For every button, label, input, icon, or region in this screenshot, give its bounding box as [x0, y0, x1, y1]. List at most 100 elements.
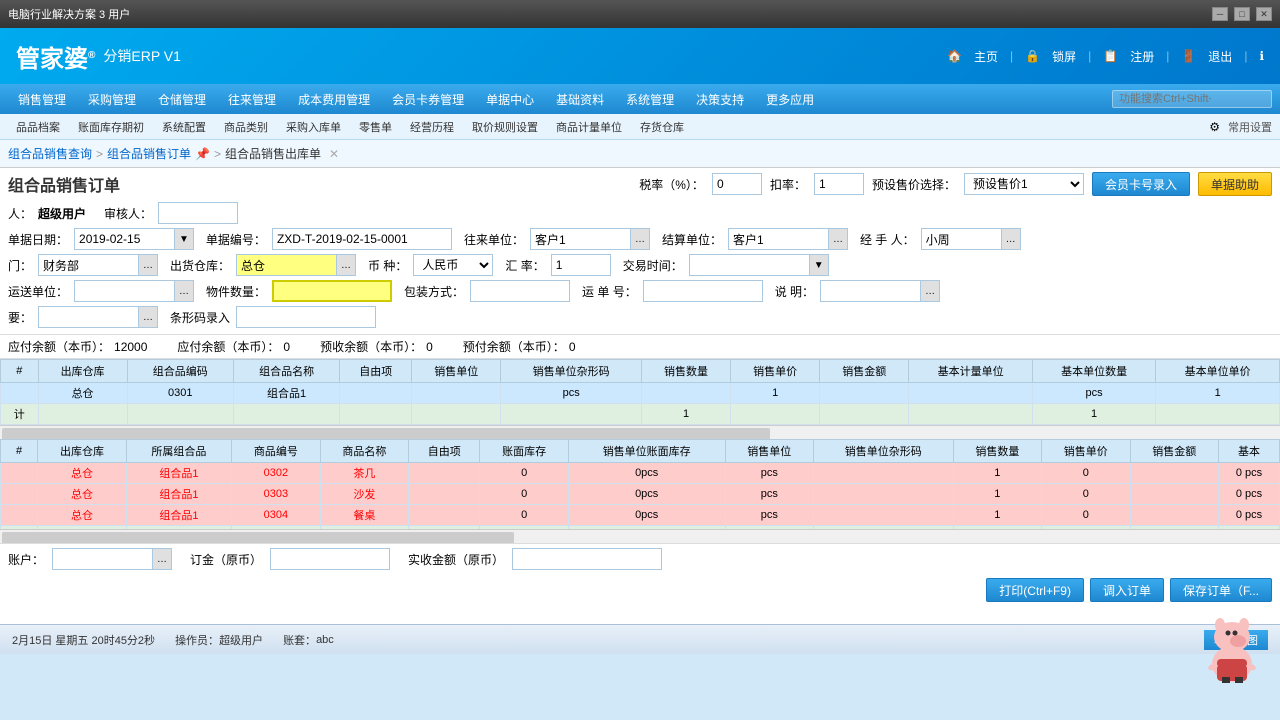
subnav-history[interactable]: 经营历程: [402, 117, 462, 137]
import-order-btn[interactable]: 调入订单: [1090, 578, 1164, 602]
info-btn[interactable]: ℹ: [1259, 49, 1264, 63]
prepaid-label: 预付余额（本币）：: [463, 338, 565, 355]
top-table-scrollbar[interactable]: [0, 425, 1280, 439]
col-b-code: 商品编号: [232, 440, 320, 463]
subnav-category[interactable]: 商品类别: [216, 117, 276, 137]
table-row[interactable]: 总仓 组合品1 0304 餐桌 0 0pcs pcs 1 0 0 pcs: [1, 505, 1280, 526]
discount-input[interactable]: [814, 173, 864, 195]
warehouse-btn[interactable]: …: [336, 254, 356, 276]
maximize-btn[interactable]: □: [1234, 7, 1250, 21]
tax-rate-input[interactable]: [712, 173, 762, 195]
help-btn[interactable]: 单据助助: [1198, 172, 1272, 196]
to-unit-btn[interactable]: …: [630, 228, 650, 250]
subnav-inventory[interactable]: 存货仓库: [632, 117, 692, 137]
subnav-purchase-in[interactable]: 采购入库单: [278, 117, 349, 137]
top-table: # 出库仓库 组合品编码 组合品名称 自由项 销售单位 销售单位杂形码 销售数量…: [0, 359, 1280, 425]
reg-link[interactable]: 注册: [1130, 48, 1154, 65]
settle-label: 结算单位：: [662, 231, 722, 248]
operator-value: 超级用户: [219, 632, 263, 648]
footer-btns: 打印(Ctrl+F9) 调入订单 保存订单（F...: [0, 574, 1280, 606]
trade-time-input[interactable]: [689, 254, 809, 276]
col-sales-barcode: 销售单位杂形码: [501, 360, 642, 383]
account-btn[interactable]: …: [152, 548, 172, 570]
dept-input[interactable]: [38, 254, 138, 276]
minimize-btn[interactable]: ─: [1212, 7, 1228, 21]
account-input[interactable]: [52, 548, 152, 570]
exchange-input[interactable]: [551, 254, 611, 276]
nav-warehouse[interactable]: 仓储管理: [148, 87, 216, 112]
lock-link[interactable]: 锁屏: [1052, 48, 1076, 65]
subnav-archive[interactable]: 品品档案: [8, 117, 68, 137]
member-card-btn[interactable]: 会员卡号录入: [1092, 172, 1190, 196]
remark-input[interactable]: [820, 280, 920, 302]
nav-bills[interactable]: 单据中心: [476, 87, 544, 112]
barcode-input[interactable]: [236, 306, 376, 328]
table-row[interactable]: 总仓 组合品1 0302 茶几 0 0pcs pcs 1 0 0 pcs: [1, 463, 1280, 484]
received-input[interactable]: [512, 548, 662, 570]
order-deposit-input[interactable]: [270, 548, 390, 570]
nav-sales[interactable]: 销售管理: [8, 87, 76, 112]
receivable-summary: 应付余额（本币）： 0: [177, 338, 290, 355]
warehouse-input[interactable]: [236, 254, 336, 276]
col-b-free: 自由项: [409, 440, 480, 463]
pack-input[interactable]: [470, 280, 570, 302]
waybill-input[interactable]: [643, 280, 763, 302]
handler-btn[interactable]: …: [1001, 228, 1021, 250]
date-input[interactable]: [74, 228, 174, 250]
remark-btn[interactable]: …: [920, 280, 940, 302]
page-main: 组合品销售订单 税率（%）： 扣率： 预设售价选择： 预设售价1 会员卡号录入 …: [0, 168, 1280, 624]
subnav-uom[interactable]: 商品计量单位: [548, 117, 630, 137]
exit-link[interactable]: 退出: [1208, 48, 1232, 65]
close-btn[interactable]: ✕: [1256, 7, 1272, 21]
breadcrumb-close-icon[interactable]: ✕: [329, 147, 339, 161]
col-b-stock: 账面库存: [480, 440, 568, 463]
trade-time-btn[interactable]: ▼: [809, 254, 829, 276]
order-no-input[interactable]: [272, 228, 452, 250]
nav-purchase[interactable]: 采购管理: [78, 87, 146, 112]
required-input[interactable]: [38, 306, 138, 328]
settle-input[interactable]: [728, 228, 828, 250]
nav-decision[interactable]: 决策支持: [686, 87, 754, 112]
nav-system[interactable]: 系统管理: [616, 87, 684, 112]
qty-input[interactable]: [272, 280, 392, 302]
dept-btn[interactable]: …: [138, 254, 158, 276]
nav-more[interactable]: 更多应用: [756, 87, 824, 112]
subnav-price-rules[interactable]: 取价规则设置: [464, 117, 546, 137]
col-base-price: 基本单位单价: [1156, 360, 1280, 383]
nav-search-input[interactable]: [1112, 90, 1272, 108]
to-unit-input[interactable]: [530, 228, 630, 250]
ship-btn[interactable]: …: [174, 280, 194, 302]
home-link[interactable]: 主页: [974, 48, 998, 65]
subnav-initial[interactable]: 账面库存期初: [70, 117, 152, 137]
table-row[interactable]: 总仓 组合品1 0303 沙发 0 0pcs pcs 1 0 0 pcs: [1, 484, 1280, 505]
nav-cost[interactable]: 成本费用管理: [288, 87, 380, 112]
auditor-label: 审核人：: [104, 205, 152, 222]
settings-icon: ⚙: [1209, 120, 1220, 134]
ship-input[interactable]: [74, 280, 174, 302]
nav-member[interactable]: 会员卡券管理: [382, 87, 474, 112]
subnav-retail[interactable]: 零售单: [351, 117, 400, 137]
price-select[interactable]: 预设售价1: [964, 173, 1084, 195]
status-bar: 2月15日 星期五 20时45分2秒 操作员： 超级用户 账套： abc 功能导…: [0, 624, 1280, 654]
settings-btn[interactable]: 常用设置: [1228, 119, 1272, 135]
date-picker-btn[interactable]: ▼: [174, 228, 194, 250]
currency-select[interactable]: 人民币: [413, 254, 493, 276]
breadcrumb-current: 组合品销售出库单: [225, 145, 321, 162]
col-num: #: [1, 360, 39, 383]
print-btn[interactable]: 打印(Ctrl+F9): [986, 578, 1084, 602]
nav-basic[interactable]: 基础资料: [546, 87, 614, 112]
handler-input[interactable]: [921, 228, 1001, 250]
nav-transactions[interactable]: 往来管理: [218, 87, 286, 112]
required-btn[interactable]: …: [138, 306, 158, 328]
col-base-qty: 基本单位数量: [1032, 360, 1156, 383]
settle-btn[interactable]: …: [828, 228, 848, 250]
auditor-input[interactable]: [158, 202, 238, 224]
prepay-summary: 预收余额（本币）： 0: [320, 338, 433, 355]
home-icon[interactable]: 🏠: [947, 49, 962, 63]
breadcrumb-query[interactable]: 组合品销售查询: [8, 145, 92, 162]
table-row[interactable]: 总仓 0301 组合品1 pcs 1 pcs 1: [1, 383, 1280, 404]
breadcrumb-order[interactable]: 组合品销售订单: [107, 145, 191, 162]
bottom-table-scrollbar[interactable]: [0, 529, 1280, 543]
subnav-config[interactable]: 系统配置: [154, 117, 214, 137]
order-label: 订金（原币）: [190, 551, 262, 568]
